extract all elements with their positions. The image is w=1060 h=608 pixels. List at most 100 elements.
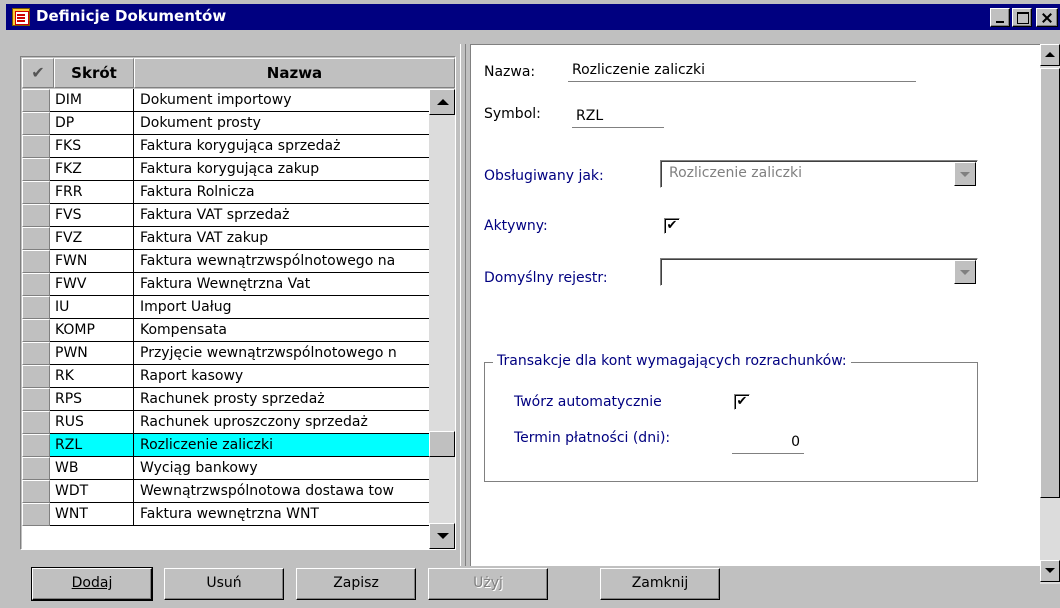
cell-nazwa[interactable]: Faktura Wewnętrzna Vat xyxy=(134,273,429,296)
cell-nazwa[interactable]: Kompensata xyxy=(134,319,429,342)
row-marker[interactable] xyxy=(22,89,50,112)
row-marker[interactable] xyxy=(22,158,50,181)
table-row[interactable]: RUS Rachunek uproszczony sprzedaż xyxy=(22,411,429,434)
cell-nazwa[interactable]: Rachunek uproszczony sprzedaż xyxy=(134,411,429,434)
cell-skrot[interactable]: RZL xyxy=(50,434,134,457)
column-header-nazwa[interactable]: Nazwa xyxy=(134,58,455,88)
cell-nazwa[interactable]: Faktura Rolnicza xyxy=(134,181,429,204)
row-marker[interactable] xyxy=(22,204,50,227)
row-marker[interactable] xyxy=(22,135,50,158)
cell-nazwa[interactable]: Faktura korygująca sprzedaż xyxy=(134,135,429,158)
cell-nazwa[interactable]: Wyciąg bankowy xyxy=(134,457,429,480)
table-row[interactable]: FVS Faktura VAT sprzedaż xyxy=(22,204,429,227)
table-row[interactable]: KOMP Kompensata xyxy=(22,319,429,342)
dodaj-button[interactable]: Dodaj xyxy=(31,567,153,601)
table-row[interactable]: WNT Faktura wewnętrzna WNT xyxy=(22,503,429,526)
cell-nazwa[interactable]: Import Uaług xyxy=(134,296,429,319)
cell-skrot[interactable]: FWN xyxy=(50,250,134,273)
cell-skrot[interactable]: IU xyxy=(50,296,134,319)
table-row[interactable]: FKZ Faktura korygująca zakup xyxy=(22,158,429,181)
cell-nazwa[interactable]: Rozliczenie zaliczki xyxy=(134,434,429,457)
table-row[interactable]: WB Wyciąg bankowy xyxy=(22,457,429,480)
table-row[interactable]: RPS Rachunek prosty sprzedaż xyxy=(22,388,429,411)
cell-skrot[interactable]: DIM xyxy=(50,89,134,112)
detail-scroll-down-arrow-icon[interactable] xyxy=(1040,560,1060,582)
row-marker[interactable] xyxy=(22,365,50,388)
cell-skrot[interactable]: WNT xyxy=(50,503,134,526)
row-marker[interactable] xyxy=(22,227,50,250)
detail-scroll-thumb[interactable] xyxy=(1040,68,1060,498)
table-row[interactable]: PWN Przyjęcie wewnątrzwspólnotowego n xyxy=(22,342,429,365)
row-marker[interactable] xyxy=(22,273,50,296)
uzyj-button[interactable]: Użyj xyxy=(428,568,548,600)
cell-skrot[interactable]: DP xyxy=(50,112,134,135)
cell-skrot[interactable]: KOMP xyxy=(50,319,134,342)
cell-nazwa[interactable]: Przyjęcie wewnątrzwspólnotowego n xyxy=(134,342,429,365)
detail-scroll-up-arrow-icon[interactable] xyxy=(1040,44,1060,66)
cell-skrot[interactable]: FRR xyxy=(50,181,134,204)
panel-splitter[interactable] xyxy=(460,44,466,566)
table-row[interactable]: DIM Dokument importowy xyxy=(22,89,429,112)
detail-scrollbar[interactable] xyxy=(1040,44,1060,584)
cell-nazwa[interactable]: Faktura wewnętrzna WNT xyxy=(134,503,429,526)
table-row[interactable]: DP Dokument prosty xyxy=(22,112,429,135)
row-marker[interactable] xyxy=(22,319,50,342)
close-button[interactable] xyxy=(1036,8,1058,27)
row-marker[interactable] xyxy=(22,503,50,526)
table-row[interactable]: IU Import Uaług xyxy=(22,296,429,319)
cell-skrot[interactable]: WB xyxy=(50,457,134,480)
obslugiwany-select[interactable]: Rozliczenie zaliczki xyxy=(660,160,978,188)
cell-nazwa[interactable]: Faktura VAT zakup xyxy=(134,227,429,250)
table-row[interactable]: RK Raport kasowy xyxy=(22,365,429,388)
cell-nazwa[interactable]: Wewnątrzwspólnotowa dostawa tow xyxy=(134,480,429,503)
cell-nazwa[interactable]: Dokument prosty xyxy=(134,112,429,135)
cell-skrot[interactable]: FKS xyxy=(50,135,134,158)
zamknij-button[interactable]: Zamknij xyxy=(600,568,720,600)
row-marker[interactable] xyxy=(22,296,50,319)
cell-skrot[interactable]: RPS xyxy=(50,388,134,411)
column-header-skrot[interactable]: Skrót xyxy=(54,58,134,88)
cell-nazwa[interactable]: Faktura wewnątrzwspólnotowego na xyxy=(134,250,429,273)
obslugiwany-dropdown-icon[interactable] xyxy=(954,162,976,186)
nazwa-field[interactable]: Rozliczenie zaliczki xyxy=(568,60,916,82)
column-header-check[interactable]: ✔ xyxy=(22,58,54,88)
cell-skrot[interactable]: RUS xyxy=(50,411,134,434)
scroll-thumb[interactable] xyxy=(429,431,455,457)
row-marker[interactable] xyxy=(22,480,50,503)
table-row[interactable]: FWN Faktura wewnątrzwspólnotowego na xyxy=(22,250,429,273)
table-row[interactable]: WDT Wewnątrzwspólnotowa dostawa tow xyxy=(22,480,429,503)
cell-skrot[interactable]: FVZ xyxy=(50,227,134,250)
cell-skrot[interactable]: FKZ xyxy=(50,158,134,181)
maximize-button[interactable] xyxy=(1012,8,1032,27)
row-marker[interactable] xyxy=(22,457,50,480)
table-row[interactable]: FVZ Faktura VAT zakup xyxy=(22,227,429,250)
cell-skrot[interactable]: FVS xyxy=(50,204,134,227)
rejestr-dropdown-icon[interactable] xyxy=(954,260,976,284)
row-marker[interactable] xyxy=(22,250,50,273)
row-marker[interactable] xyxy=(22,411,50,434)
row-marker[interactable] xyxy=(22,434,50,457)
row-marker[interactable] xyxy=(22,342,50,365)
title-bar[interactable]: Definicje Dokumentów xyxy=(6,4,1060,30)
minimize-button[interactable] xyxy=(990,8,1010,27)
cell-skrot[interactable]: RK xyxy=(50,365,134,388)
termin-field[interactable]: 0 xyxy=(732,432,804,454)
table-row[interactable]: FKS Faktura korygująca sprzedaż xyxy=(22,135,429,158)
usun-button[interactable]: Usuń xyxy=(164,568,284,600)
cell-skrot[interactable]: PWN xyxy=(50,342,134,365)
zapisz-button[interactable]: Zapisz xyxy=(296,568,416,600)
symbol-field[interactable]: RZL xyxy=(572,106,664,128)
row-marker[interactable] xyxy=(22,181,50,204)
list-scrollbar[interactable] xyxy=(429,89,455,549)
cell-nazwa[interactable]: Faktura VAT sprzedaż xyxy=(134,204,429,227)
cell-skrot[interactable]: FWV xyxy=(50,273,134,296)
cell-nazwa[interactable]: Rachunek prosty sprzedaż xyxy=(134,388,429,411)
table-row[interactable]: FWV Faktura Wewnętrzna Vat xyxy=(22,273,429,296)
row-marker[interactable] xyxy=(22,388,50,411)
tworz-checkbox[interactable]: ✔ xyxy=(734,394,750,410)
cell-skrot[interactable]: WDT xyxy=(50,480,134,503)
scroll-up-arrow-icon[interactable] xyxy=(429,89,455,115)
aktywny-checkbox[interactable]: ✔ xyxy=(664,218,680,234)
cell-nazwa[interactable]: Raport kasowy xyxy=(134,365,429,388)
rejestr-select[interactable] xyxy=(660,258,978,286)
